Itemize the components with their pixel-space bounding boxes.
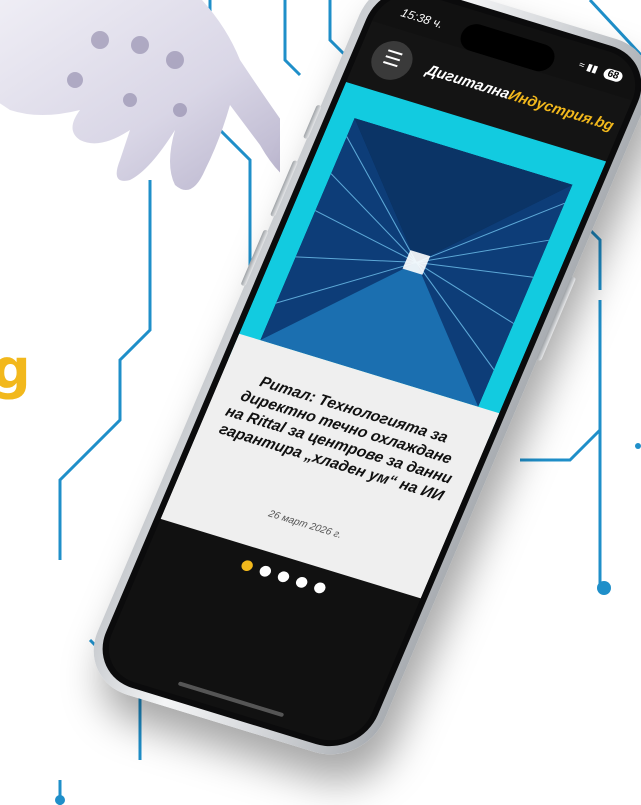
phone-bezel: 15:38 ч. ≈ ▮▮ 68 ☰ ДигиталнаИндустрия.bg… [88,0,641,758]
logo-text-primary: Дигитална [423,61,513,103]
phone-screen: 15:38 ч. ≈ ▮▮ 68 ☰ ДигиталнаИндустрия.bg… [96,0,641,751]
system-icons: ≈ ▮▮ 68 [577,60,625,84]
carousel-dot-3[interactable] [275,569,291,584]
phone-mockup: 15:38 ч. ≈ ▮▮ 68 ☰ ДигиталнаИндустрия.bg… [0,0,641,805]
scene: g 15:38 ч. ≈ ▮▮ 68 ☰ ДигиталнаИндустрия.… [0,0,641,805]
phone-frame: 15:38 ч. ≈ ▮▮ 68 ☰ ДигиталнаИндустрия.bg… [77,0,641,768]
carousel-dot-4[interactable] [293,575,309,589]
carousel-dot-1[interactable] [239,558,255,573]
hamburger-icon: ☰ [379,46,406,73]
signal-icon: ▮▮ [584,62,600,76]
battery-indicator: 68 [601,67,625,84]
status-time: 15:38 ч. [398,5,446,32]
carousel-dot-2[interactable] [257,564,273,578]
logo-text-accent: Индустрия.bg [505,86,617,135]
carousel-dot-5[interactable] [311,581,327,595]
home-indicator[interactable] [177,681,285,718]
menu-button[interactable]: ☰ [364,36,419,85]
